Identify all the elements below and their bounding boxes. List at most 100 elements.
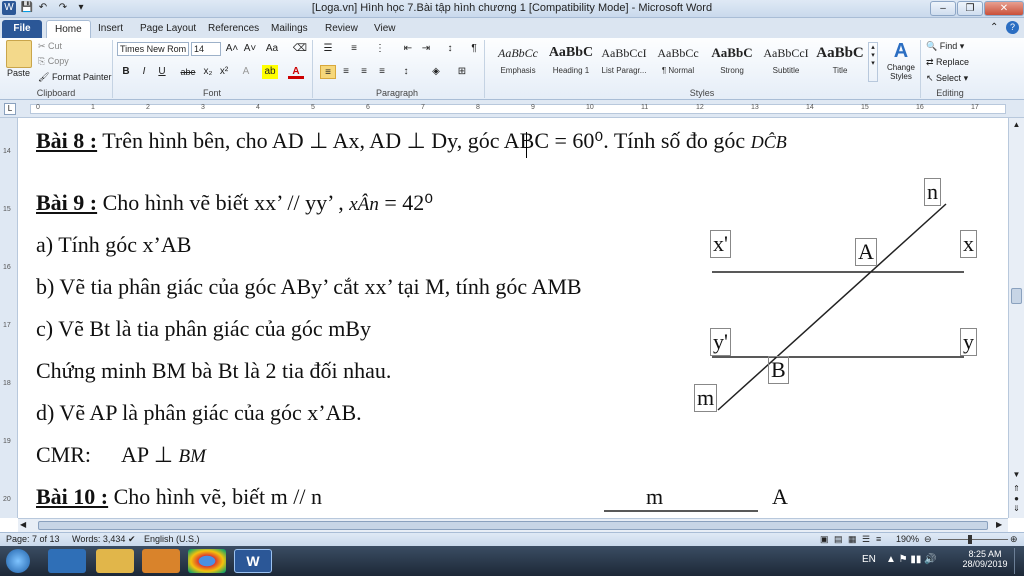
scroll-up-icon[interactable]: ▲ [1011,120,1022,132]
language[interactable]: English (U.S.) [144,534,200,544]
style-title[interactable]: AaBbC Title [814,40,866,84]
tab-view[interactable]: View [366,20,404,38]
view-full-screen-icon[interactable]: ▤ [834,534,843,545]
tab-insert[interactable]: Insert [90,20,131,38]
tab-page-layout[interactable]: Page Layout [132,20,204,38]
tab-selector-icon[interactable]: L [4,103,16,115]
style-subtitle[interactable]: AaBbCcI Subtitle [760,40,812,84]
minimize-button[interactable]: – [930,1,956,16]
zoom-in-icon[interactable]: ⊕ [1010,534,1018,545]
scroll-left-icon[interactable]: ◀ [20,520,26,529]
style-list-paragraph[interactable]: AaBbCcI List Paragr... [598,40,650,84]
clock[interactable]: 8:25 AM 28/09/2019 [962,549,1008,569]
paste-button[interactable]: Paste [7,68,30,78]
document-page[interactable]: Bài 8 : Trên hình bên, cho AD ⊥ Ax, AD ⊥… [18,118,1008,518]
horizontal-scrollbar[interactable]: ◀ ▶ [18,518,1008,532]
cut-label: Cut [48,41,63,51]
view-web-layout-icon[interactable]: ▦ [848,534,857,545]
change-case-icon[interactable]: Aa [264,42,280,56]
text-effects-icon[interactable]: A [238,65,254,79]
scroll-right-icon[interactable]: ▶ [996,520,1002,529]
replace-button[interactable]: ⇄ Replace [926,57,969,68]
align-right-icon[interactable]: ≡ [356,65,372,79]
superscript-button[interactable]: x² [216,65,232,79]
page-count[interactable]: Page: 7 of 13 [6,534,60,544]
tray-icons[interactable]: ▲ ⚑ ▮▮ 🔊 [886,554,937,565]
view-print-layout-icon[interactable]: ▣ [820,534,829,545]
font-name-select[interactable]: Times New Rom [117,42,189,56]
align-left-icon[interactable]: ≡ [320,65,336,79]
label-y-prime: y' [710,328,731,356]
increase-indent-icon[interactable]: ⇥ [418,42,434,56]
view-draft-icon[interactable]: ≡ [876,534,881,544]
font-color-icon[interactable]: A [288,65,304,79]
style-heading-1[interactable]: AaBbC Heading 1 [545,40,597,84]
clear-formatting-icon[interactable]: ⌫ [292,42,308,56]
line-spacing-icon[interactable]: ↕ [398,65,414,79]
style-normal[interactable]: AaBbCc ¶ Normal [652,40,704,84]
highlight-icon[interactable]: ab [262,65,278,79]
proofing-icon[interactable]: ✔ [128,534,136,545]
tab-review[interactable]: Review [317,20,366,38]
help-icon[interactable]: ? [1006,21,1019,34]
tab-references[interactable]: References [200,20,267,38]
find-button[interactable]: 🔍 Find ▾ [926,41,964,52]
copy-button[interactable]: ⎘ Copy [38,56,69,67]
horizontal-ruler[interactable]: L 0 1 2 3 4 5 6 7 8 9 10 11 12 13 14 15 16 17 [0,100,1024,118]
font-size-select[interactable]: 14 [191,42,221,56]
bold-button[interactable]: B [118,65,134,79]
media-player-icon[interactable] [142,549,180,573]
hscroll-thumb[interactable] [38,521,988,530]
scroll-thumb[interactable] [1011,288,1022,304]
word-count[interactable]: Words: 3,434 [72,534,125,544]
bullets-icon[interactable]: ☰ [320,42,336,56]
tab-file[interactable]: File [2,20,42,38]
tab-home[interactable]: Home [46,20,91,38]
view-outline-icon[interactable]: ☰ [862,534,870,545]
restore-button[interactable]: ❐ [957,1,983,16]
input-language[interactable]: EN [862,554,876,565]
vertical-scrollbar[interactable]: ▲ ▼ ⇑ ● ⇓ [1008,118,1024,518]
styles-scroll-icon[interactable]: ▴ ▾ ▾ [868,42,878,82]
style-strong[interactable]: AaBbC Strong [706,40,758,84]
zoom-slider[interactable] [938,539,1008,540]
minimize-ribbon-icon[interactable]: ⌃ [990,22,998,33]
strikethrough-button[interactable]: abe [178,65,198,79]
italic-button[interactable]: I [136,65,152,79]
show-desktop-button[interactable] [1014,548,1022,574]
shading-icon[interactable]: ◈ [428,65,444,79]
borders-icon[interactable]: ⊞ [454,65,470,79]
start-button[interactable] [6,549,30,573]
align-center-icon[interactable]: ≡ [338,65,354,79]
word-taskbar-icon[interactable]: W [234,549,272,573]
change-styles-button[interactable]: A Change Styles [886,40,916,84]
numbering-icon[interactable]: ≡ [346,42,362,56]
sort-icon[interactable]: ↕ [442,42,458,56]
zoom-slider-thumb[interactable] [968,535,972,544]
file-explorer-icon[interactable] [96,549,134,573]
shrink-font-icon[interactable]: A˅ [242,42,258,56]
underline-button[interactable]: U [154,65,170,79]
style-emphasis[interactable]: AaBbCc Emphasis [492,40,544,84]
zoom-level[interactable]: 190% [896,534,919,544]
zoom-out-icon[interactable]: ⊖ [924,534,932,545]
decrease-indent-icon[interactable]: ⇤ [400,42,416,56]
chrome-icon[interactable] [188,549,226,573]
scroll-down-icon[interactable]: ▼ [1011,470,1022,482]
paste-icon[interactable] [6,40,32,68]
browse-object-icon[interactable]: ● [1011,494,1022,504]
close-button[interactable]: ✕ [984,1,1024,16]
justify-icon[interactable]: ≡ [374,65,390,79]
cut-button[interactable]: ✂ Cut [38,41,62,52]
format-painter-button[interactable]: 🖌 Format Painter [38,72,111,83]
show-formatting-icon[interactable]: ¶ [466,42,482,56]
grow-font-icon[interactable]: A˄ [224,42,240,56]
next-page-icon[interactable]: ⇓ [1011,504,1022,514]
vertical-ruler[interactable]: 14 15 16 17 18 19 20 [0,118,18,518]
subscript-button[interactable]: x₂ [200,65,216,79]
previous-page-icon[interactable]: ⇑ [1011,484,1022,494]
tab-mailings[interactable]: Mailings [263,20,316,38]
select-button[interactable]: ↖ Select ▾ [926,73,968,84]
multilevel-list-icon[interactable]: ⋮ [372,42,388,56]
internet-explorer-icon[interactable] [48,549,86,573]
